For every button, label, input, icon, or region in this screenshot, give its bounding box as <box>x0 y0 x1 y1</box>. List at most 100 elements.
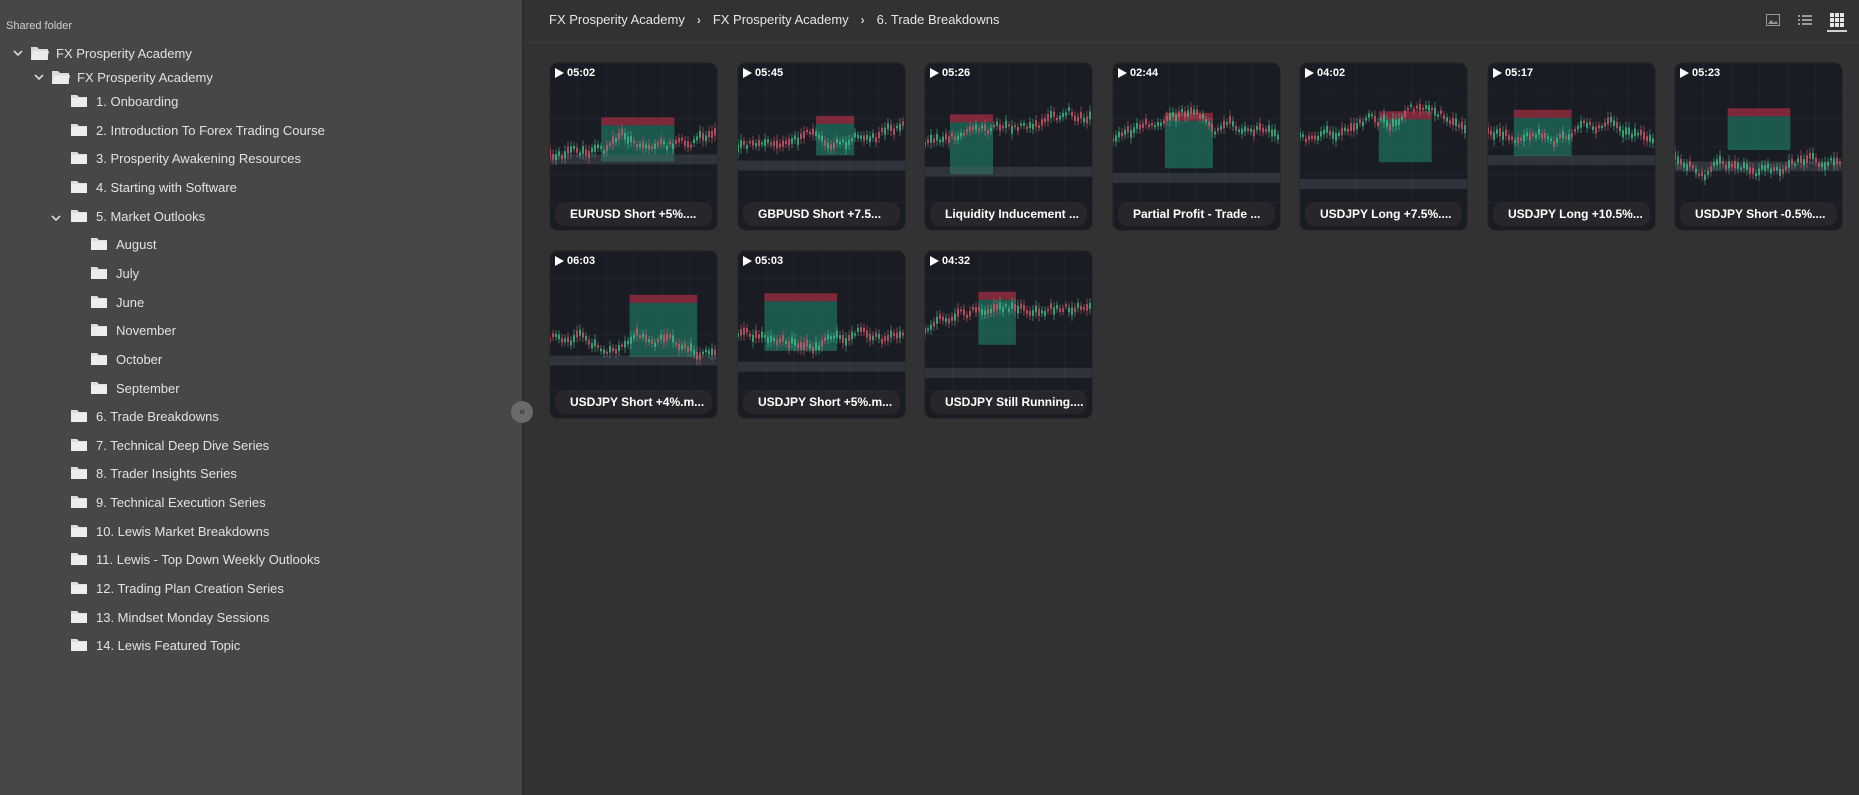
collapse-sidebar-button[interactable]: « <box>511 401 533 423</box>
tree-item-label: 7. Technical Deep Dive Series <box>96 437 270 453</box>
video-title[interactable]: Liquidity Inducement ... <box>930 202 1087 226</box>
duration-label: 06:03 <box>567 255 596 267</box>
sidebar-folder-item[interactable]: 1. Onboarding <box>70 91 178 111</box>
folder-icon <box>70 179 90 195</box>
sidebar-folder-item[interactable]: 11. Lewis - Top Down Weekly Outlooks <box>70 549 320 569</box>
video-title[interactable]: GBPUSD Short +7.5... <box>743 202 900 226</box>
folder-icon <box>90 380 110 396</box>
folder-icon <box>90 236 110 252</box>
play-icon <box>555 68 564 78</box>
video-card[interactable]: 04:02 USDJPY Long +7.5%.... <box>1300 63 1467 230</box>
sidebar-folder-item[interactable]: 3. Prosperity Awakening Resources <box>70 148 301 168</box>
chevron-down-icon[interactable] <box>33 71 45 83</box>
chevron-right-icon: › <box>860 12 865 27</box>
folder-icon <box>90 294 110 310</box>
duration-label: 05:23 <box>1692 67 1721 79</box>
sidebar-folder-item[interactable]: 10. Lewis Market Breakdowns <box>70 521 269 541</box>
tree-root-fx-prosperity-academy[interactable]: FX Prosperity Academy <box>12 43 192 63</box>
folder-icon <box>70 580 90 596</box>
tree-item-label: 3. Prosperity Awakening Resources <box>96 150 301 166</box>
breadcrumb-item[interactable]: FX Prosperity Academy <box>713 12 849 27</box>
video-card[interactable]: 05:17 USDJPY Long +10.5%... <box>1488 63 1655 230</box>
tree-item-label: 5. Market Outlooks <box>96 208 206 224</box>
sidebar-folder-item[interactable]: November <box>90 320 176 340</box>
sidebar-folder-item[interactable]: 2. Introduction To Forex Trading Course <box>70 120 325 140</box>
video-card[interactable]: 05:26 Liquidity Inducement ... <box>925 63 1092 230</box>
sidebar-folder-item[interactable]: 14. Lewis Featured Topic <box>70 635 240 655</box>
top-bar: FX Prosperity Academy › FX Prosperity Ac… <box>524 0 1859 43</box>
duration-label: 05:03 <box>755 255 784 267</box>
sidebar-folder-item[interactable]: July <box>90 263 139 283</box>
folder-icon <box>70 609 90 625</box>
folder-icon <box>90 265 110 281</box>
folder-icon <box>70 465 90 481</box>
video-title[interactable]: Partial Profit - Trade ... <box>1118 202 1275 226</box>
grid-view-icon[interactable] <box>1827 10 1847 32</box>
chevron-right-icon: › <box>696 12 701 27</box>
play-icon <box>555 256 564 266</box>
tree-child-fx-prosperity-academy[interactable]: FX Prosperity Academy <box>33 67 213 87</box>
video-card[interactable]: 05:02 EURUSD Short +5%.... <box>550 63 717 230</box>
video-card[interactable]: 06:03 USDJPY Short +4%.m... <box>550 251 717 418</box>
tree-item-label: 1. Onboarding <box>96 93 179 109</box>
video-card[interactable]: 05:45 GBPUSD Short +7.5... <box>738 63 905 230</box>
tree-item-label: 9. Technical Execution Series <box>96 494 266 510</box>
sidebar-folder-item[interactable]: June <box>90 292 144 312</box>
video-title[interactable]: USDJPY Short +4%.m... <box>555 390 712 414</box>
tree-item-label: June <box>116 294 145 310</box>
sidebar-folder-item[interactable]: September <box>90 378 180 398</box>
play-icon <box>930 256 939 266</box>
video-title[interactable]: USDJPY Short -0.5%.... <box>1680 202 1837 226</box>
play-icon <box>1493 68 1502 78</box>
chevrons-left-icon: « <box>518 406 526 418</box>
tree-item-label: October <box>116 351 163 367</box>
video-card[interactable]: 02:44 Partial Profit - Trade ... <box>1113 63 1280 230</box>
video-duration: 04:32 <box>930 255 970 267</box>
folder-open-icon <box>70 408 90 424</box>
breadcrumb: FX Prosperity Academy › FX Prosperity Ac… <box>549 12 1000 27</box>
tree-item-label: 12. Trading Plan Creation Series <box>96 580 284 596</box>
chevron-down-icon[interactable] <box>12 47 24 59</box>
sidebar-folder-item[interactable]: 5. Market Outlooks <box>51 206 206 226</box>
folder-icon <box>70 93 90 109</box>
video-title[interactable]: USDJPY Long +10.5%... <box>1493 202 1650 226</box>
duration-label: 05:45 <box>755 67 784 79</box>
image-view-icon[interactable] <box>1763 10 1783 30</box>
sidebar-folder-item[interactable]: August <box>90 234 156 254</box>
sidebar-folder-item[interactable]: 12. Trading Plan Creation Series <box>70 578 284 598</box>
play-icon <box>1680 68 1689 78</box>
video-duration: 05:17 <box>1493 67 1533 79</box>
breadcrumb-item-current[interactable]: 6. Trade Breakdowns <box>877 12 1000 27</box>
folder-icon <box>90 322 110 338</box>
video-title[interactable]: USDJPY Long +7.5%.... <box>1305 202 1462 226</box>
sidebar-folder-item[interactable]: 6. Trade Breakdowns <box>70 406 219 426</box>
sidebar-folder-item[interactable]: 13. Mindset Monday Sessions <box>70 607 269 627</box>
sidebar-folder-item[interactable]: 7. Technical Deep Dive Series <box>70 435 269 455</box>
play-icon <box>1118 68 1127 78</box>
folder-icon <box>90 351 110 367</box>
chevron-down-icon[interactable] <box>51 211 61 226</box>
video-card[interactable]: 05:23 USDJPY Short -0.5%.... <box>1675 63 1842 230</box>
tree-item-label: 14. Lewis Featured Topic <box>96 637 241 653</box>
video-duration: 05:23 <box>1680 67 1720 79</box>
sidebar-folder-item[interactable]: 4. Starting with Software <box>70 177 237 197</box>
video-title[interactable]: USDJPY Short +5%.m... <box>743 390 900 414</box>
video-card[interactable]: 04:32 USDJPY Still Running.... <box>925 251 1092 418</box>
tree-item-label: 8. Trader Insights Series <box>96 465 237 481</box>
folder-open-icon <box>51 69 71 85</box>
sidebar-folder-item[interactable]: October <box>90 349 162 369</box>
sidebar-folder-item[interactable]: 8. Trader Insights Series <box>70 463 237 483</box>
folder-icon <box>70 523 90 539</box>
duration-label: 02:44 <box>1130 67 1159 79</box>
play-icon <box>930 68 939 78</box>
list-view-icon[interactable] <box>1795 10 1815 30</box>
view-toggle-group <box>1763 10 1847 32</box>
video-card[interactable]: 05:03 USDJPY Short +5%.m... <box>738 251 905 418</box>
video-title[interactable]: EURUSD Short +5%.... <box>555 202 712 226</box>
video-title[interactable]: USDJPY Still Running.... <box>930 390 1087 414</box>
play-icon <box>743 256 752 266</box>
tree-item-label: FX Prosperity Academy <box>77 69 213 85</box>
breadcrumb-item[interactable]: FX Prosperity Academy <box>549 12 685 27</box>
sidebar-folder-item[interactable]: 9. Technical Execution Series <box>70 492 266 512</box>
tree-item-label: August <box>116 236 157 252</box>
